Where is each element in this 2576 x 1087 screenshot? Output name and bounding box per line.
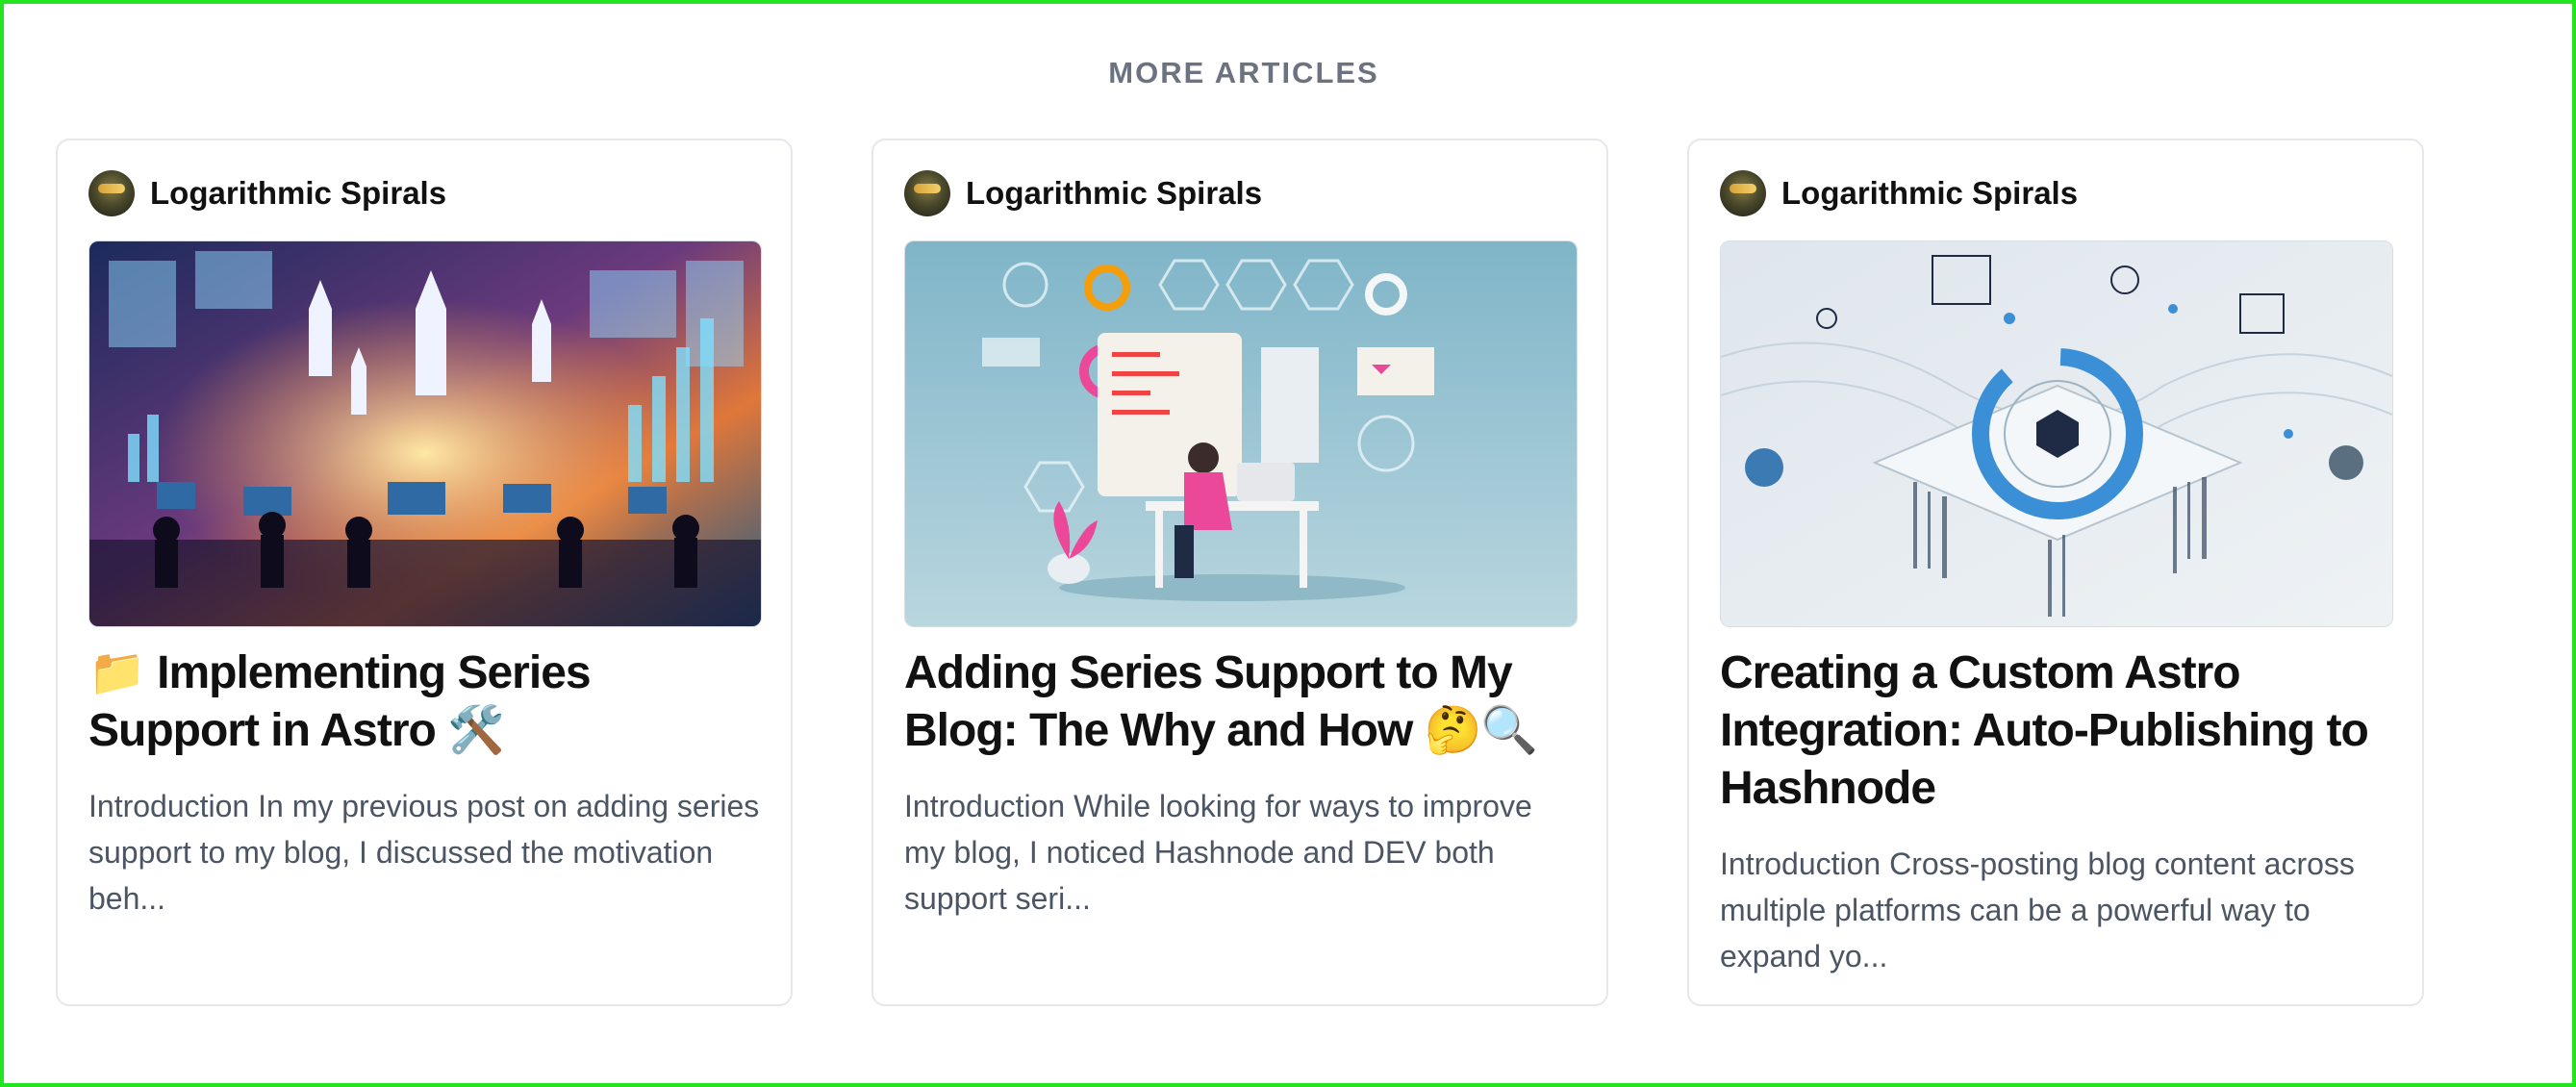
avatar — [1720, 170, 1766, 216]
author[interactable]: Logarithmic Spirals — [88, 169, 446, 217]
author[interactable]: Logarithmic Spirals — [1720, 169, 2078, 217]
avatar — [904, 170, 950, 216]
section-title: MORE ARTICLES — [1108, 56, 1379, 89]
author-name[interactable]: Logarithmic Spirals — [150, 175, 446, 212]
article-card[interactable]: Logarithmic Spirals — [56, 139, 793, 1006]
article-excerpt: Introduction Cross-posting blog content … — [1720, 847, 2355, 973]
article-excerpt: Introduction In my previous post on addi… — [88, 789, 760, 916]
article-title[interactable]: Creating a Custom Astro Integration: Aut… — [1720, 645, 2399, 818]
article-excerpt: Introduction While looking for ways to i… — [904, 789, 1532, 916]
rocket-launch-icon — [89, 241, 761, 626]
article-card[interactable]: Logarithmic Spirals — [1687, 139, 2424, 1006]
article-thumbnail[interactable] — [88, 240, 762, 627]
developer-desk-icon — [905, 241, 1577, 626]
author-name[interactable]: Logarithmic Spirals — [966, 175, 1262, 212]
avatar — [88, 170, 135, 216]
author[interactable]: Logarithmic Spirals — [904, 169, 1262, 217]
author-name[interactable]: Logarithmic Spirals — [1781, 175, 2078, 212]
article-title[interactable]: 📁 Implementing Series Support in Astro 🛠… — [88, 645, 768, 760]
article-thumbnail[interactable] — [904, 240, 1578, 627]
article-card[interactable]: Logarithmic Spirals — [871, 139, 1608, 1006]
article-title[interactable]: Adding Series Support to My Blog: The Wh… — [904, 645, 1583, 760]
integration-platform-icon — [1721, 241, 2392, 626]
article-thumbnail[interactable] — [1720, 240, 2393, 627]
